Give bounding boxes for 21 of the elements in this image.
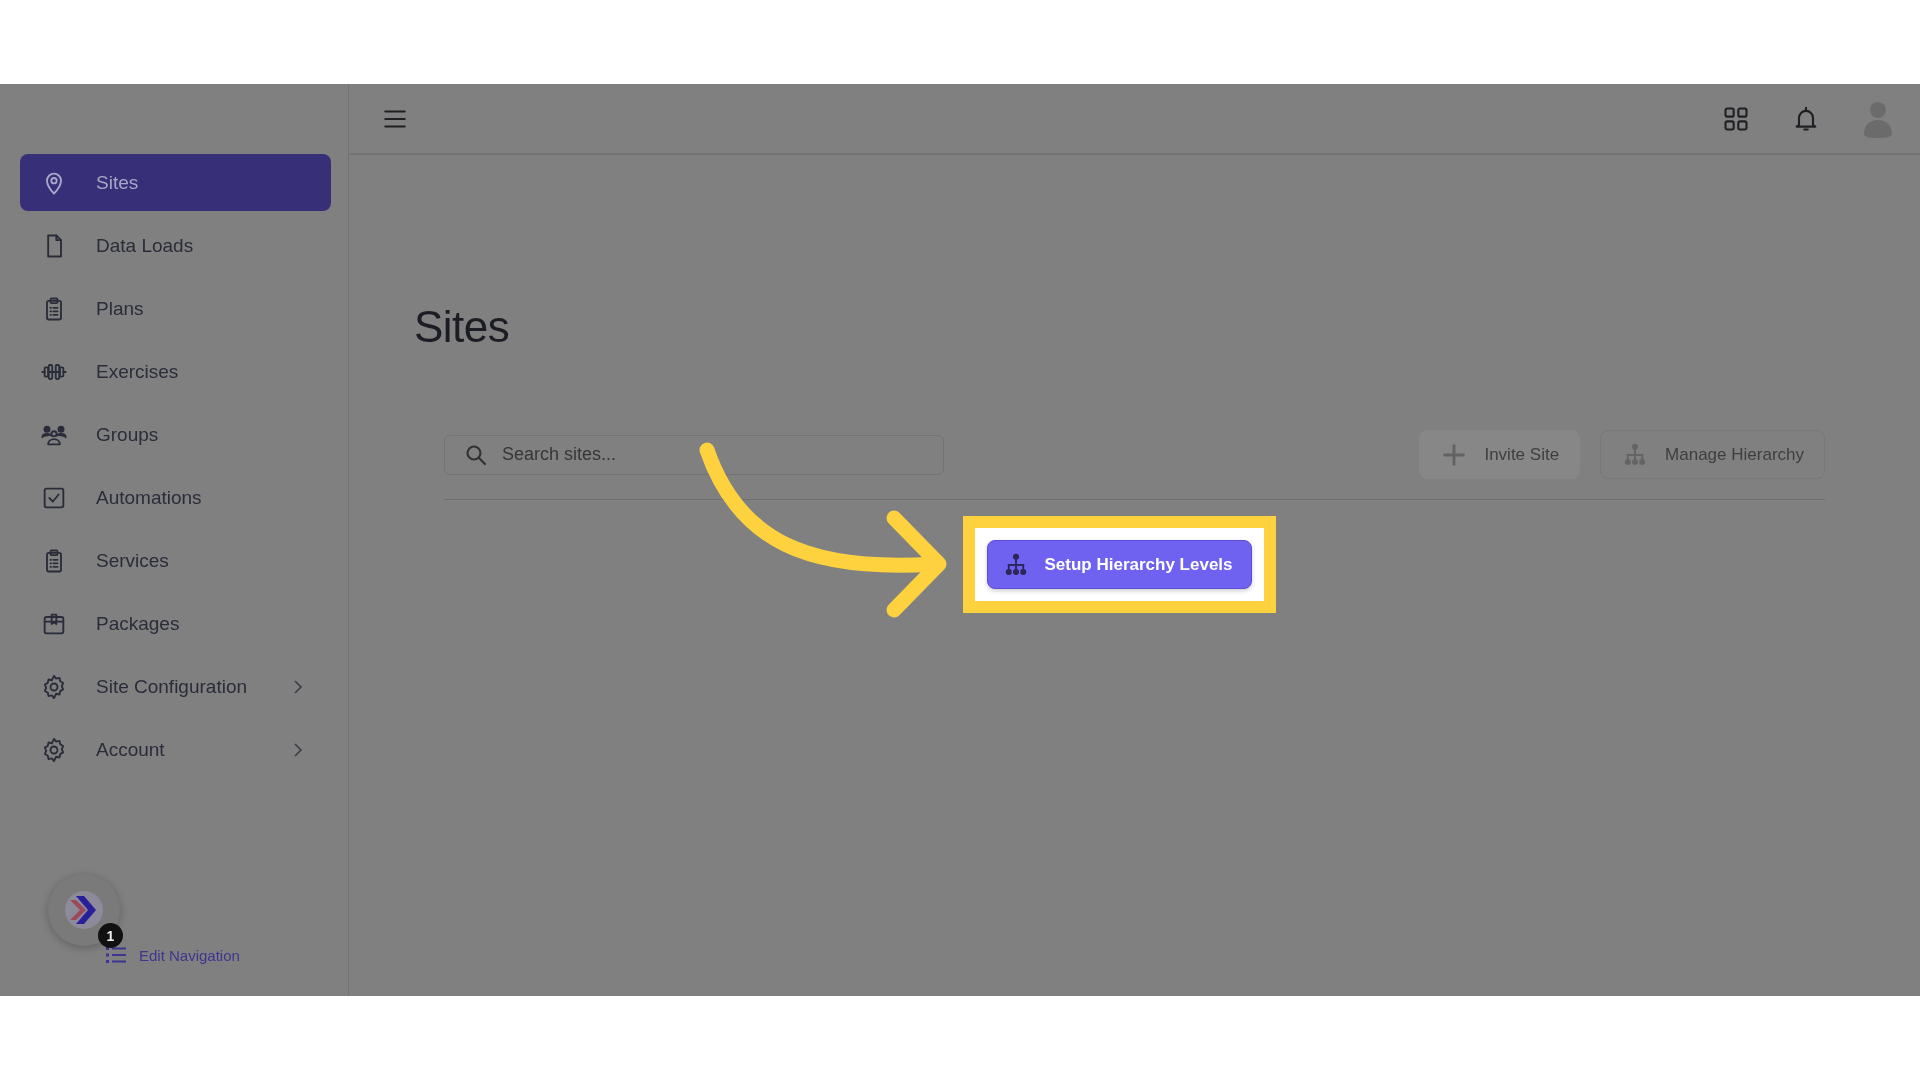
nav-item[interactable]: Plans — [20, 280, 331, 337]
manage-hierarchy-button[interactable]: Manage Hierarchy — [1600, 430, 1825, 479]
notification-badge: 1 — [98, 923, 123, 948]
invite-button[interactable]: Invite Site — [1419, 430, 1581, 479]
grid-icon — [1722, 104, 1750, 133]
assistant-button[interactable]: 1 — [48, 874, 120, 946]
search-icon — [464, 442, 488, 467]
apps-button[interactable] — [1722, 104, 1750, 133]
nav-item[interactable]: Services — [20, 532, 331, 589]
nav-item[interactable]: Site Configuration — [20, 658, 331, 715]
nav-item[interactable]: Automations — [20, 469, 331, 526]
nav-item[interactable]: Data Loads — [20, 217, 331, 274]
nav-item[interactable]: Groups — [20, 406, 331, 463]
nav-item[interactable]: Sites — [20, 154, 331, 211]
chevron-logo-icon — [62, 888, 106, 932]
page-title: Sites — [414, 302, 510, 352]
nav-item[interactable]: Packages — [20, 595, 331, 652]
setup-hierarchy-levels-button[interactable]: Setup Hierarchy Levels — [987, 540, 1252, 589]
nav-item[interactable]: Account — [20, 721, 331, 778]
search-field[interactable]: Search sites... — [444, 434, 944, 475]
nav-item[interactable]: Exercises — [20, 343, 331, 400]
